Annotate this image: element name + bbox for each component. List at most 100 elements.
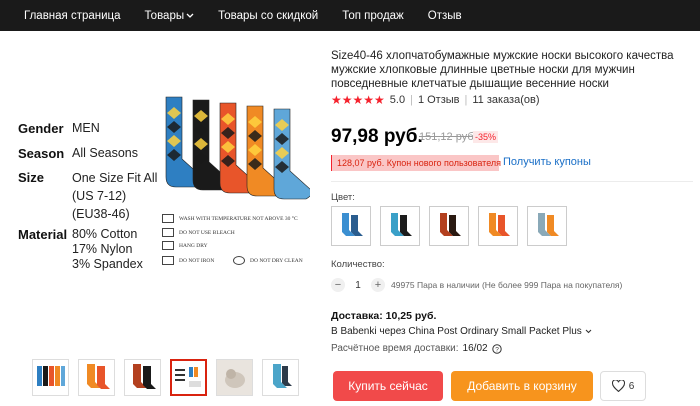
thumbnail-4-active[interactable] xyxy=(170,359,207,396)
quantity-label: Количество: xyxy=(331,259,385,270)
stock-info: 49975 Пара в наличии (Не более 999 Пара … xyxy=(391,280,623,290)
color-option-brown[interactable] xyxy=(429,206,469,246)
top-nav: Главная страница Товары Товары со скидко… xyxy=(0,0,700,31)
sock-swatch-icon xyxy=(440,213,461,236)
no-dry-clean-icon xyxy=(233,256,245,265)
spec-key-gender: Gender xyxy=(18,121,64,136)
color-option-grey-blue[interactable] xyxy=(527,206,567,246)
no-bleach-icon xyxy=(162,228,174,237)
quantity-stepper: − 1 + 49975 Пара в наличии (Не более 999… xyxy=(331,278,622,292)
sock-swatch-icon xyxy=(538,213,559,236)
spec-key-size: Size xyxy=(18,170,45,185)
thumb-socks-multi xyxy=(37,366,65,386)
nav-discount-label: Товары со скидкой xyxy=(218,9,319,22)
quantity-increase-button[interactable]: + xyxy=(371,278,385,292)
shipping-cost: Доставка: 10,25 руб. xyxy=(331,310,437,322)
orders-count: 11 заказа(ов) xyxy=(472,94,540,106)
old-price: 151,12 руб. xyxy=(419,131,477,143)
get-coupons-link[interactable]: Получить купоны xyxy=(503,156,591,168)
svg-text:?: ? xyxy=(495,346,499,353)
buy-now-button[interactable]: Купить сейчас xyxy=(333,371,443,401)
rating-row: ★★★★★ 5.0 | 1 Отзыв | 11 заказа(ов) xyxy=(331,93,540,107)
reviews-link[interactable]: 1 Отзыв xyxy=(418,94,460,106)
thumb-socks-brown xyxy=(133,364,156,389)
divider: | xyxy=(464,94,468,106)
thumb-cat-photo xyxy=(217,360,252,395)
no-iron-icon xyxy=(162,256,174,265)
care-wash-label: WASH WITH TEMPERATURE NOT ABOVE 30 °C xyxy=(179,215,298,222)
nav-top-sales-label: Топ продаж xyxy=(342,9,404,22)
delivery-time: Расчётное время доставки: 16/02 ? xyxy=(331,343,502,354)
section-divider xyxy=(331,181,693,182)
spec-key-material: Material xyxy=(18,227,68,242)
color-option-orange[interactable] xyxy=(478,206,518,246)
care-hang-label: HANG DRY xyxy=(179,242,208,249)
thumbnail-6[interactable] xyxy=(262,359,299,396)
care-iron-row: DO NOT IRON xyxy=(162,256,214,265)
socks-illustration xyxy=(165,96,310,200)
rating-value: 5.0 xyxy=(389,94,406,106)
thumb-spec-sheet xyxy=(175,367,201,387)
sock-swatch-icon xyxy=(489,213,510,236)
product-title: Size40-46 хлопчатобумажные мужские носки… xyxy=(331,50,674,90)
chevron-down-icon xyxy=(585,329,591,334)
coupon-banner: 128,07 руб. Купон нового пользователя xyxy=(331,155,506,171)
spec-value-cotton: 80% Cotton xyxy=(72,227,138,241)
care-wash-row: WASH WITH TEMPERATURE NOT ABOVE 30 °C xyxy=(162,214,298,223)
color-label: Цвет: xyxy=(331,192,355,203)
wishlist-button[interactable]: 6 xyxy=(600,371,646,401)
chevron-down-icon xyxy=(186,13,194,18)
delivery-date: 16/02 xyxy=(462,343,488,354)
spec-value-spandex: 3% Spandex xyxy=(72,257,143,271)
sock-swatch-icon xyxy=(391,213,412,236)
heart-icon xyxy=(611,380,625,392)
nav-home-label: Главная страница xyxy=(24,9,121,22)
add-to-cart-label: Добавить в корзину xyxy=(467,379,577,393)
spec-value-size-eu: (EU38-46) xyxy=(72,207,130,221)
sock-swatch-icon xyxy=(342,213,363,236)
quantity-decrease-button[interactable]: − xyxy=(331,278,345,292)
hang-dry-icon xyxy=(162,241,174,250)
color-option-blue[interactable] xyxy=(331,206,371,246)
spec-value-size-us: (US 7-12) xyxy=(72,189,127,203)
thumbnail-2[interactable] xyxy=(78,359,115,396)
nav-reviews-label: Отзыв xyxy=(427,9,462,22)
nav-products-label: Товары xyxy=(144,9,185,22)
nav-reviews[interactable]: Отзыв xyxy=(416,10,474,22)
divider: | xyxy=(410,94,413,106)
care-hang-row: HANG DRY xyxy=(162,241,208,250)
nav-top-sales[interactable]: Топ продаж xyxy=(330,10,416,22)
nav-products[interactable]: Товары xyxy=(133,10,207,22)
add-to-cart-button[interactable]: Добавить в корзину xyxy=(451,371,593,401)
shipping-method-label: В Babenki через China Post Ordinary Smal… xyxy=(331,326,582,337)
care-dryclean-label: DO NOT DRY CLEAN xyxy=(250,257,303,264)
buy-now-label: Купить сейчас xyxy=(348,379,428,393)
wishlist-count: 6 xyxy=(628,380,635,392)
thumbnail-strip xyxy=(32,359,299,396)
color-option-teal[interactable] xyxy=(380,206,420,246)
care-bleach-row: DO NOT USE BLEACH xyxy=(162,228,235,237)
thumb-socks-orange xyxy=(87,364,110,389)
quantity-value[interactable]: 1 xyxy=(345,280,371,291)
spec-value-nylon: 17% Nylon xyxy=(72,242,133,256)
thumbnail-1[interactable] xyxy=(32,359,69,396)
spec-value-gender: MEN xyxy=(72,121,100,135)
current-price: 97,98 руб. xyxy=(331,126,423,147)
wash-icon xyxy=(162,214,174,223)
discount-badge: -35% xyxy=(473,131,499,143)
care-iron-label: DO NOT IRON xyxy=(179,257,215,264)
spec-value-season: All Seasons xyxy=(72,146,139,160)
spec-value-size: One Size Fit All xyxy=(72,171,158,185)
nav-discount[interactable]: Товары со скидкой xyxy=(206,10,330,22)
product-main-image[interactable]: Gender MEN Season All Seasons Size One S… xyxy=(0,31,328,361)
care-bleach-label: DO NOT USE BLEACH xyxy=(179,229,235,236)
thumbnail-3[interactable] xyxy=(124,359,161,396)
thumbnail-5[interactable] xyxy=(216,359,253,396)
rating-stars-icon: ★★★★★ xyxy=(331,93,385,107)
shipping-method[interactable]: В Babenki через China Post Ordinary Smal… xyxy=(331,326,592,337)
thumb-socks-blue xyxy=(273,364,292,388)
spec-key-season: Season xyxy=(18,146,65,161)
delivery-label: Расчётное время доставки: xyxy=(331,343,459,354)
nav-home[interactable]: Главная страница xyxy=(0,10,133,22)
help-icon[interactable]: ? xyxy=(491,343,502,354)
